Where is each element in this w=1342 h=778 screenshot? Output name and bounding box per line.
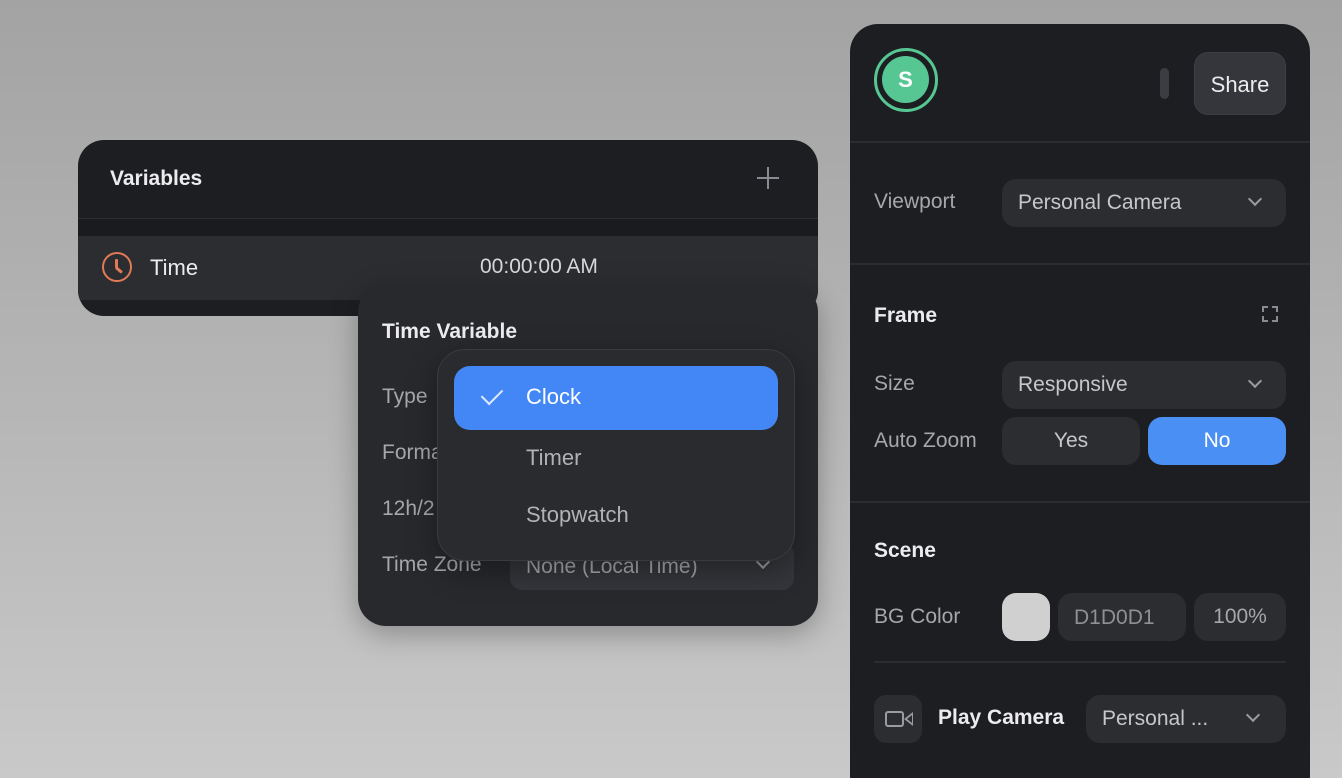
checkmark-icon [480,382,504,406]
expand-icon[interactable] [1262,306,1278,322]
menu-item-label: Clock [526,384,582,409]
variable-value: 00:00:00 AM [480,255,598,278]
section-divider [850,501,1310,503]
variables-title: Variables [110,167,203,190]
menu-item-stopwatch[interactable]: Stopwatch [454,484,778,548]
share-button[interactable]: Share [1194,52,1286,115]
type-label: Type [382,385,428,408]
bg-color-swatch[interactable] [1002,593,1050,641]
bg-color-hex-value: D1D0D1 [1074,606,1155,629]
viewport-label: Viewport [874,190,956,213]
toolbar-divider [1160,68,1169,99]
variable-name: Time [150,255,199,280]
format-label: Forma [382,441,443,464]
chevron-down-icon [1247,373,1263,389]
auto-zoom-label: Auto Zoom [874,429,977,452]
clock-icon [102,252,132,282]
bg-color-hex-input[interactable]: D1D0D1 [1058,593,1186,641]
size-value: Responsive [1018,373,1128,396]
menu-item-clock[interactable]: Clock [454,366,778,430]
play-camera-select[interactable]: Personal ... [1086,695,1286,743]
bg-color-label: BG Color [874,605,961,628]
play-camera-label: Play Camera [938,706,1065,729]
auto-zoom-no-button[interactable]: No [1148,417,1286,465]
inspector-panel: S Share Viewport Personal Camera Frame S… [850,24,1310,778]
avatar[interactable]: S [874,48,938,112]
section-divider [850,141,1310,143]
variables-divider [78,218,818,236]
bg-opacity-input[interactable]: 100% [1194,593,1286,641]
frame-section-title: Frame [874,304,938,327]
menu-item-label: Timer [526,445,582,470]
section-divider [850,263,1310,265]
play-camera-value: Personal ... [1102,707,1209,730]
add-variable-icon[interactable] [756,166,780,190]
scene-section-title: Scene [874,539,936,562]
type-dropdown-menu: Clock Timer Stopwatch [437,349,795,561]
size-select[interactable]: Responsive [1002,361,1286,409]
video-camera-icon[interactable] [874,695,922,743]
size-label: Size [874,372,915,395]
viewport-value: Personal Camera [1018,191,1182,214]
hour-mode-label: 12h/2 [382,497,435,520]
menu-item-timer[interactable]: Timer [454,427,778,491]
chevron-down-icon [1245,707,1261,723]
menu-item-label: Stopwatch [526,502,629,527]
variables-header: Variables [78,140,818,218]
popover-title: Time Variable [382,320,518,343]
avatar-initial: S [882,56,929,103]
viewport-select[interactable]: Personal Camera [1002,179,1286,227]
chevron-down-icon [1247,191,1263,207]
section-divider [874,661,1286,663]
auto-zoom-yes-button[interactable]: Yes [1002,417,1140,465]
